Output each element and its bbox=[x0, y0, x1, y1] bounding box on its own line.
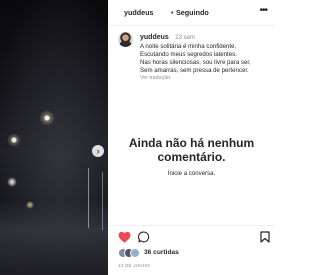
header-separator: • bbox=[171, 8, 174, 17]
caption-line: Sem amarras, sem pressa de pertencer. bbox=[140, 67, 249, 74]
post-date: 13 DE JUNHO bbox=[118, 263, 151, 268]
likes-summary[interactable]: 36 curtidas bbox=[118, 248, 268, 260]
no-comments-title: Ainda não há nenhum comentário. bbox=[128, 136, 255, 164]
header-username[interactable]: yuddeus bbox=[124, 8, 154, 17]
comment-icon[interactable] bbox=[138, 230, 150, 248]
caption-line: A noite solitária é minha confidente, bbox=[140, 43, 237, 50]
caption-line: Nas horas silenciosas, sou livre para se… bbox=[140, 59, 251, 66]
carousel-next-button[interactable]: › bbox=[92, 145, 104, 157]
caption-username[interactable]: yuddeus bbox=[140, 34, 169, 41]
avatar[interactable] bbox=[118, 32, 133, 47]
post-details-panel: yuddeus • Seguindo ••• yuddeus 23 sem A … bbox=[108, 0, 275, 275]
liker-avatar bbox=[130, 248, 140, 258]
action-bar bbox=[108, 230, 275, 246]
divider bbox=[108, 225, 275, 226]
post-header: yuddeus • Seguindo ••• bbox=[108, 0, 275, 26]
likes-count[interactable]: 36 curtidas bbox=[144, 249, 179, 256]
caption-time: 23 sem bbox=[175, 35, 195, 41]
caption-line: Escutando meus segredos latentes. bbox=[140, 51, 237, 58]
photo-pole bbox=[88, 168, 89, 228]
start-conversation-text: Inicie a conversa. bbox=[167, 170, 216, 177]
photo-ground bbox=[0, 200, 108, 275]
caption-text: yuddeus 23 sem A noite solitária é minha… bbox=[140, 30, 270, 81]
no-comments-message: Ainda não há nenhum comentário. Inicie a… bbox=[108, 136, 275, 177]
chevron-right-icon: › bbox=[96, 145, 100, 156]
heart-icon[interactable] bbox=[118, 230, 131, 248]
see-translation-link[interactable]: Ver tradução bbox=[140, 75, 270, 81]
bookmark-icon[interactable] bbox=[260, 230, 270, 248]
post-photo: › bbox=[0, 0, 108, 275]
photo-pole bbox=[102, 172, 103, 230]
more-icon[interactable]: ••• bbox=[259, 5, 267, 16]
following-button[interactable]: Seguindo bbox=[176, 8, 209, 17]
